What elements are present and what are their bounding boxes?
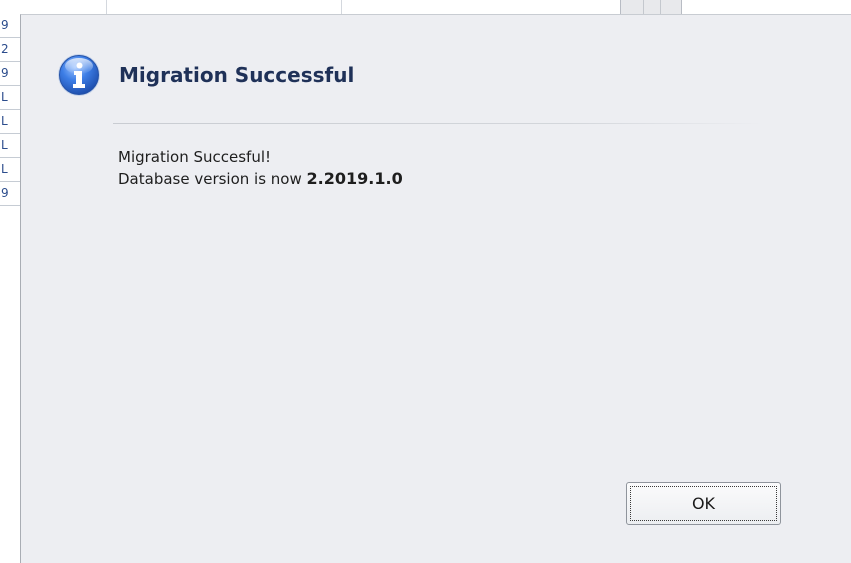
title-separator xyxy=(113,123,763,124)
ok-button[interactable]: OK xyxy=(626,482,781,525)
background-scrollbar xyxy=(620,0,682,14)
background-row: 9 xyxy=(0,182,22,206)
background-row: L xyxy=(0,134,22,158)
message-line-success: Migration Succesful! xyxy=(118,148,272,166)
message-line-version: Database version is now 2.2019.1.0 xyxy=(118,168,403,190)
info-icon xyxy=(58,54,100,96)
dialog-title: Migration Successful xyxy=(119,63,355,87)
background-row: L xyxy=(0,158,22,182)
background-scrollbar-thumb xyxy=(643,0,661,14)
column-divider xyxy=(341,0,342,14)
background-row: 9 xyxy=(0,14,22,38)
ok-button-label: OK xyxy=(630,486,777,521)
version-prefix: Database version is now xyxy=(118,170,307,188)
background-row: 9 xyxy=(0,62,22,86)
background-row: L xyxy=(0,86,22,110)
dialog-message: Migration Succesful! Database version is… xyxy=(118,146,403,190)
background-row: L xyxy=(0,110,22,134)
database-version: 2.2019.1.0 xyxy=(306,169,403,188)
background-row-list: 929LLLL9 xyxy=(0,14,22,206)
column-divider xyxy=(106,0,107,14)
background-row: 2 xyxy=(0,38,22,62)
migration-dialog: Migration Successful Migration Succesful… xyxy=(20,14,851,563)
screen: 929LLLL9 Migration Successful Migration … xyxy=(0,0,851,563)
